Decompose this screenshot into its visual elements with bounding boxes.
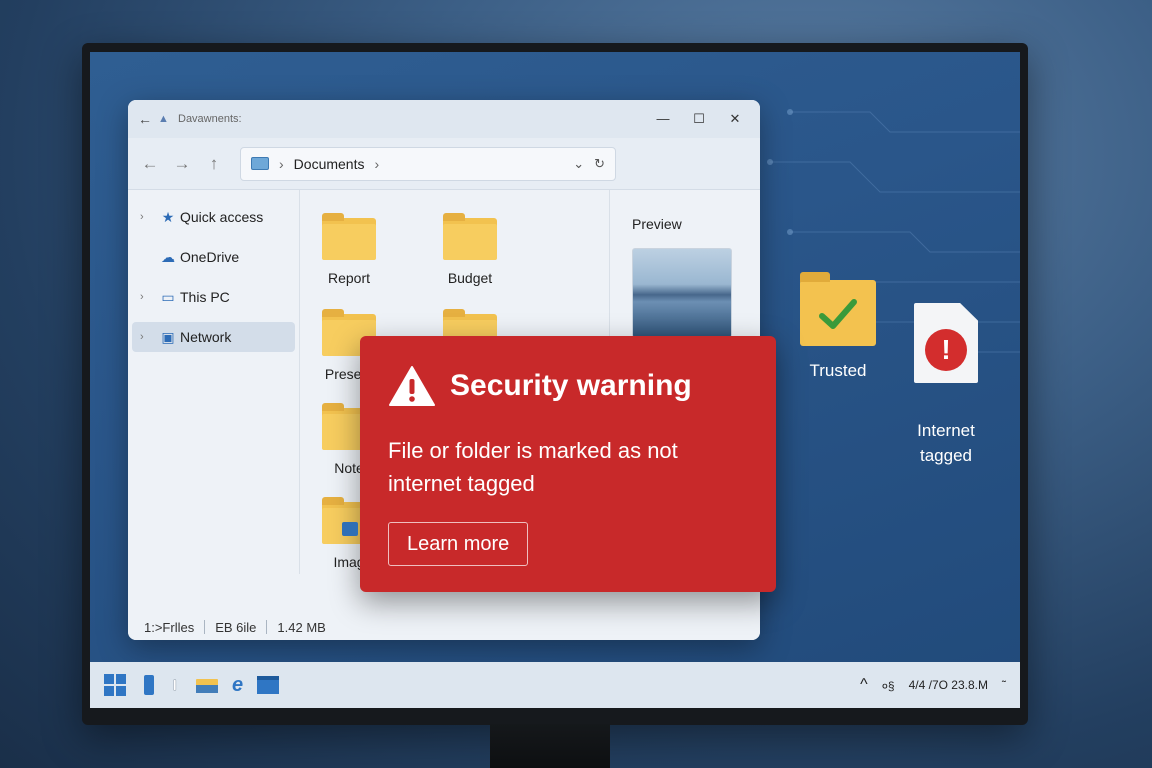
close-button[interactable]: ✕ <box>728 111 742 127</box>
breadcrumb[interactable]: Documents <box>294 156 365 172</box>
folder-icon <box>322 213 376 260</box>
desktop-screen: ← ▲ Davawnents: — ☐ ✕ ← → ↑ › Documents … <box>90 52 1020 708</box>
window-app-icon[interactable] <box>257 675 280 695</box>
warning-title: Security warning <box>450 369 692 402</box>
window-title: Davawnents: <box>178 113 242 125</box>
folder-item[interactable]: Budget <box>425 213 515 286</box>
refresh-icon[interactable]: ↻ <box>594 156 605 172</box>
star-icon: ★ <box>161 208 175 225</box>
notification-icon[interactable]: ˜ <box>1002 678 1006 692</box>
sidebar-item-label: Network <box>180 329 232 345</box>
up-button[interactable]: ↑ <box>204 154 224 174</box>
sidebar-item-label: OneDrive <box>180 249 240 265</box>
chevron-right-icon[interactable]: › <box>140 291 156 303</box>
learn-more-button[interactable]: Learn more <box>388 522 529 566</box>
pen-icon[interactable] <box>172 675 182 695</box>
address-bar[interactable]: › Documents › ⌄ ↻ <box>240 146 616 181</box>
sidebar-item-network[interactable]: › ▣ Network <box>132 322 295 352</box>
desktop-icon-label: Internet tagged <box>917 421 975 465</box>
desktop-icon-internet-tagged[interactable]: ! Internet tagged <box>898 278 994 468</box>
window-controls: — ☐ ✕ <box>656 111 742 127</box>
minimize-button[interactable]: — <box>656 111 670 127</box>
taskbar: e ^ ०§ 4/4 /7O 23.8.M ˜ <box>90 662 1020 708</box>
folder-location-icon <box>251 157 269 170</box>
warning-message: File or folder is marked as not internet… <box>388 438 678 496</box>
folder-icon[interactable] <box>196 675 218 695</box>
divider <box>204 620 206 634</box>
status-bar: 1:>Frlles EB 6ile 1.42 MB <box>128 614 760 640</box>
sidebar-item-label: Quick access <box>180 209 264 225</box>
desktop-icon-label: Trusted <box>809 361 867 380</box>
start-button[interactable] <box>104 674 126 696</box>
image-badge-icon <box>342 522 358 536</box>
phone-icon[interactable] <box>140 675 158 695</box>
back-arrow-icon[interactable]: ← <box>138 111 158 127</box>
chevron-right-icon[interactable]: › <box>374 156 379 172</box>
item-count: 1:>Frlles <box>144 619 195 635</box>
monitor-stand <box>490 724 610 768</box>
selection-size: 1.42 MB <box>277 619 326 635</box>
folder-check-icon <box>800 272 876 346</box>
navigation-pane: › ★ Quick access ☁ OneDrive › ▭ This PC … <box>128 190 300 574</box>
folder-label: Report <box>327 270 371 286</box>
chevron-right-icon: › <box>279 155 284 172</box>
chevron-down-icon[interactable]: ⌄ <box>573 156 584 172</box>
preview-title: Preview <box>632 216 682 232</box>
sidebar-item-label: This PC <box>180 289 230 305</box>
chevron-up-icon[interactable]: ^ <box>860 676 868 694</box>
folder-icon <box>443 213 497 260</box>
folder-label: Budget <box>447 270 493 286</box>
monitor-icon: ▭ <box>161 288 175 305</box>
sidebar-item-this-pc[interactable]: › ▭ This PC <box>132 282 295 312</box>
preview-thumbnail <box>632 248 732 338</box>
chevron-right-icon[interactable]: › <box>140 211 156 223</box>
cloud-icon: ☁ <box>161 248 175 265</box>
folder-item[interactable]: Report <box>304 213 394 286</box>
back-button[interactable]: ← <box>140 154 160 174</box>
navigation-bar: ← → ↑ › Documents › ⌄ ↻ <box>128 138 760 190</box>
forward-button[interactable]: → <box>172 154 192 174</box>
clock[interactable]: 4/4 /7O 23.8.M <box>909 678 988 692</box>
network-icon: ▣ <box>161 328 175 345</box>
divider <box>266 620 268 634</box>
sidebar-item-quick-access[interactable]: › ★ Quick access <box>132 202 295 232</box>
selection-info: EB 6ile <box>215 619 257 635</box>
desktop-icon-trusted[interactable]: Trusted <box>790 272 886 383</box>
network-status-icon[interactable]: ०§ <box>882 677 895 694</box>
edge-browser-icon[interactable]: e <box>232 674 243 697</box>
app-icon: ▲ <box>158 113 169 125</box>
document-error-icon: ! <box>914 303 978 383</box>
sidebar-item-onedrive[interactable]: ☁ OneDrive <box>132 242 295 272</box>
security-warning-dialog: Security warning File or folder is marke… <box>360 336 776 592</box>
maximize-button[interactable]: ☐ <box>692 111 706 127</box>
warning-triangle-icon <box>389 366 435 406</box>
chevron-right-icon[interactable]: › <box>140 331 156 343</box>
system-tray: ^ ०§ 4/4 /7O 23.8.M ˜ <box>860 662 1006 708</box>
title-bar: ← ▲ Davawnents: — ☐ ✕ <box>128 100 760 138</box>
